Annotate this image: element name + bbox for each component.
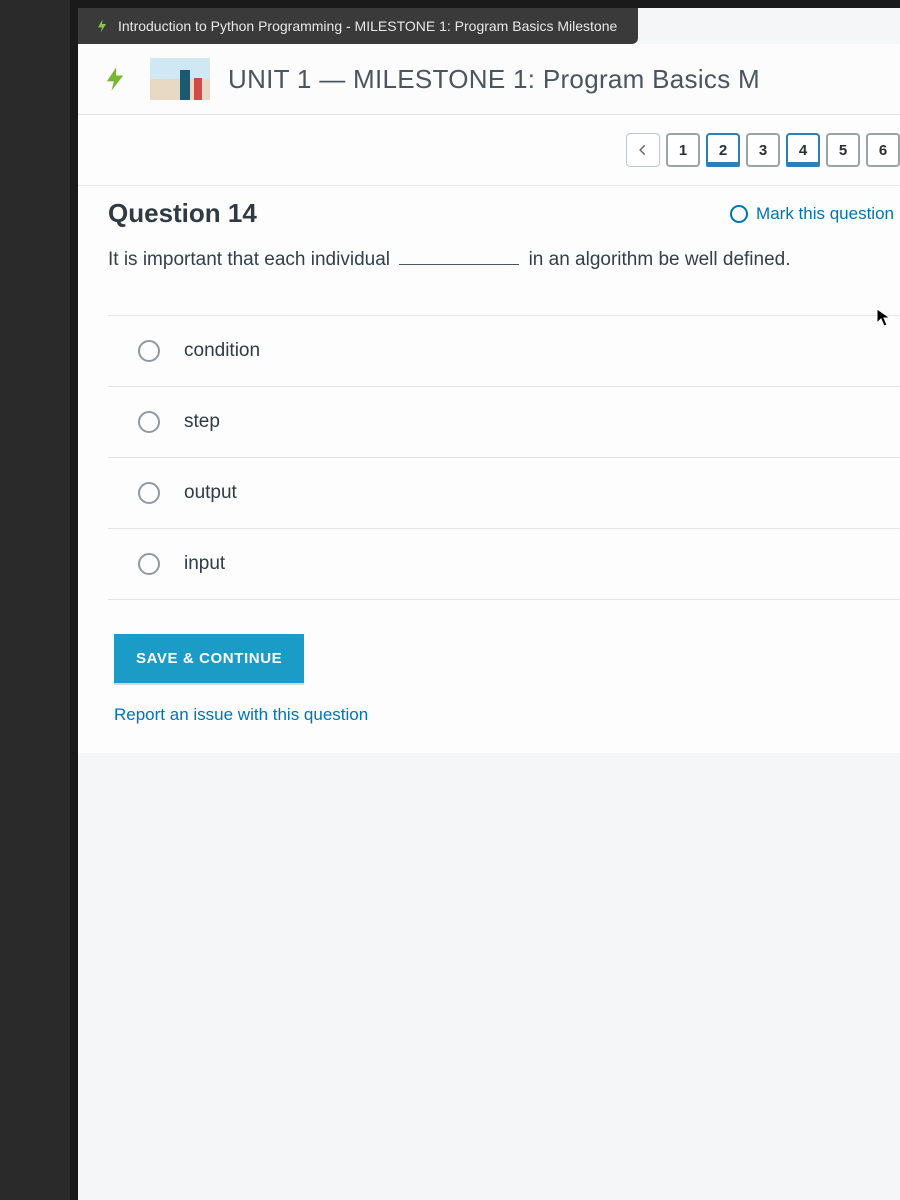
option-output[interactable]: output: [108, 458, 900, 529]
question-stem: It is important that each individual in …: [108, 245, 900, 315]
sophia-favicon-icon: [94, 18, 110, 34]
unit-title: UNIT 1 — MILESTONE 1: Program Basics M: [228, 64, 760, 95]
nav-prev-button[interactable]: [626, 133, 660, 167]
answer-options: condition step output input: [108, 315, 900, 600]
unit-header: UNIT 1 — MILESTONE 1: Program Basics M: [78, 44, 900, 115]
mark-question-label: Mark this question: [756, 204, 894, 224]
report-issue-link[interactable]: Report an issue with this question: [114, 705, 900, 725]
question-title: Question 14: [108, 198, 257, 229]
question-content: Question 14 Mark this question It is imp…: [78, 186, 900, 753]
radio-icon: [138, 340, 160, 362]
radio-icon: [138, 482, 160, 504]
radio-icon: [138, 411, 160, 433]
unit-thumbnail-icon: [150, 58, 210, 100]
browser-tab-title: Introduction to Python Programming - MIL…: [118, 18, 617, 34]
circle-icon: [730, 205, 748, 223]
stem-after: in an algorithm be well defined.: [529, 249, 791, 270]
option-label: input: [184, 553, 225, 575]
nav-question-2[interactable]: 2: [706, 133, 740, 167]
option-label: step: [184, 411, 220, 433]
nav-question-6[interactable]: 6: [866, 133, 900, 167]
question-nav: 1 2 3 4 5 6: [78, 115, 900, 186]
mark-question-toggle[interactable]: Mark this question: [730, 204, 894, 224]
nav-question-5[interactable]: 5: [826, 133, 860, 167]
stem-before: It is important that each individual: [108, 249, 390, 270]
option-condition[interactable]: condition: [108, 316, 900, 387]
browser-tab[interactable]: Introduction to Python Programming - MIL…: [78, 8, 638, 44]
fill-in-blank: [399, 264, 519, 265]
nav-question-3[interactable]: 3: [746, 133, 780, 167]
nav-question-1[interactable]: 1: [666, 133, 700, 167]
option-label: condition: [184, 340, 260, 362]
radio-icon: [138, 553, 160, 575]
sophia-logo-icon: [98, 62, 132, 96]
option-step[interactable]: step: [108, 387, 900, 458]
save-continue-button[interactable]: SAVE & CONTINUE: [114, 634, 304, 683]
option-label: output: [184, 482, 237, 504]
nav-question-4[interactable]: 4: [786, 133, 820, 167]
option-input[interactable]: input: [108, 529, 900, 600]
chevron-left-icon: [636, 143, 650, 157]
